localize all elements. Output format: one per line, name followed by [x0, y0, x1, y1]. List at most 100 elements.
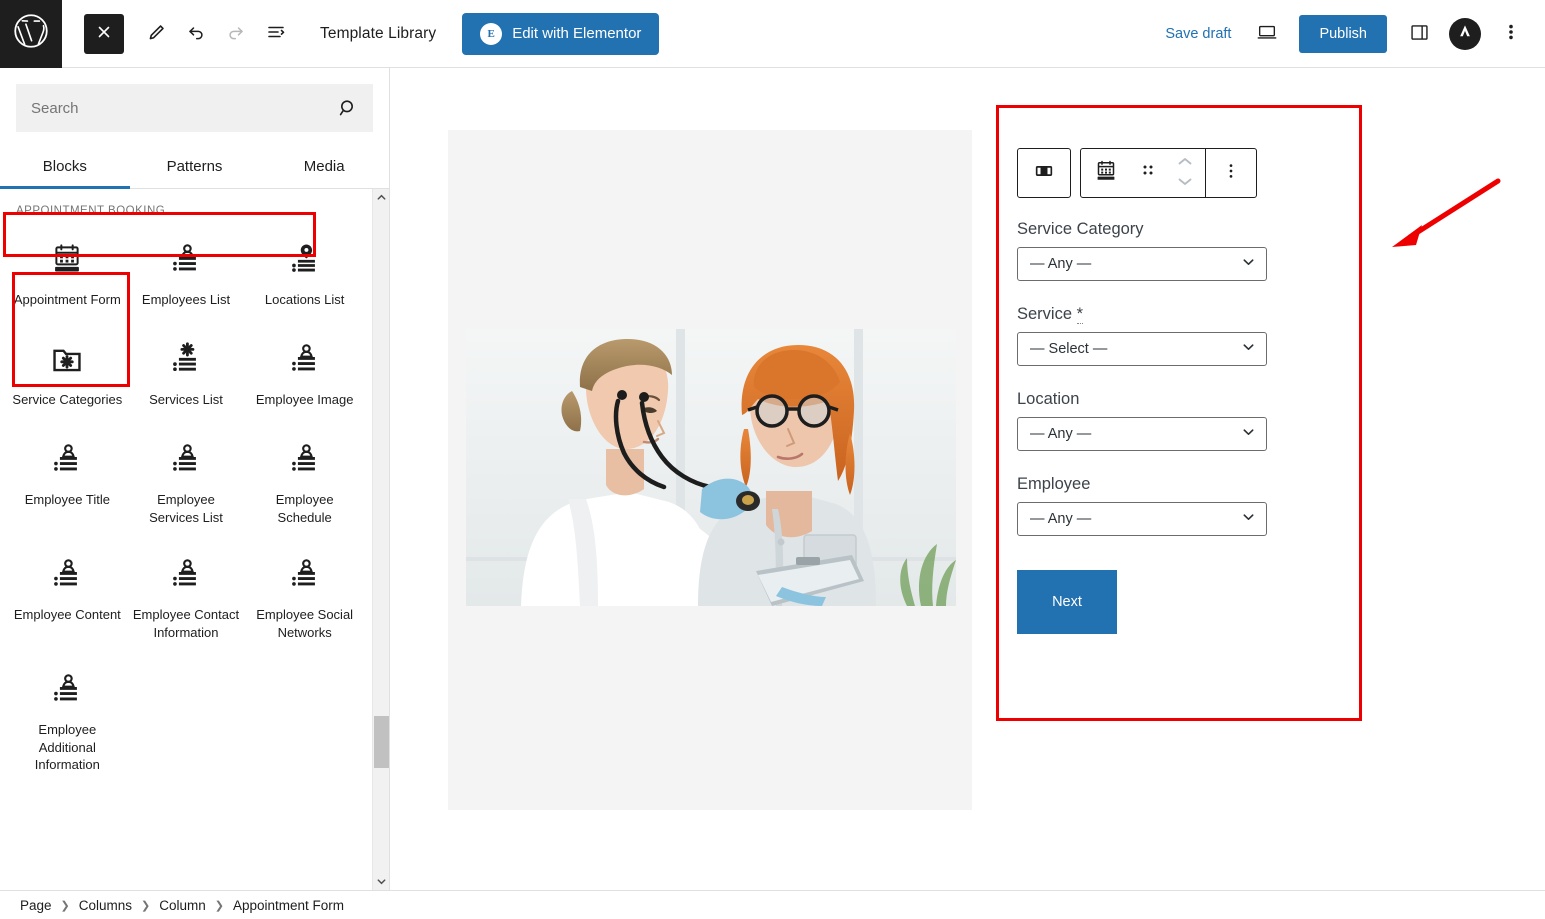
search-icon — [338, 98, 372, 118]
columns-select-button[interactable] — [1019, 149, 1069, 197]
wordpress-logo-button[interactable] — [0, 0, 62, 68]
drag-handle-icon — [1141, 161, 1155, 186]
undo-button[interactable] — [176, 14, 216, 54]
breadcrumb-separator: ❯ — [141, 899, 151, 912]
block-item-label: Service Categories — [12, 392, 123, 407]
list-view-icon — [266, 22, 286, 45]
block-item-employees-list[interactable]: Employees List — [127, 225, 246, 325]
settings-sidebar-button[interactable] — [1399, 14, 1439, 54]
block-type-button[interactable] — [1081, 149, 1131, 197]
editor-canvas[interactable]: Service Category — Any — Service * — Select… — [390, 68, 1545, 890]
block-item-employee-schedule[interactable]: Employee Schedule — [245, 425, 364, 540]
form-field-employee: Employee — Any — — [1017, 475, 1267, 536]
sidebar-scrollbar[interactable] — [372, 189, 389, 890]
drag-handle-button[interactable] — [1131, 149, 1165, 197]
top-bar-right-tools: Save draft Publish — [1153, 14, 1545, 54]
block-item-employee-contact-information[interactable]: Employee Contact Information — [127, 540, 246, 655]
block-item-label: Employee Schedule — [275, 492, 334, 525]
search-container — [0, 68, 389, 132]
scrollbar-track[interactable] — [373, 206, 390, 873]
template-library-button[interactable]: Template Library — [320, 25, 436, 43]
block-movers[interactable] — [1165, 154, 1205, 192]
close-editor-button[interactable] — [84, 13, 124, 54]
person-list-icon — [50, 557, 84, 596]
block-item-label: Appointment Form — [13, 292, 121, 307]
block-options-button[interactable] — [1206, 149, 1256, 197]
scroll-down-button[interactable] — [373, 873, 390, 890]
blocks-scroll-region: APPOINTMENT BOOKING Appointment Form Emp… — [0, 189, 389, 890]
next-button[interactable]: Next — [1017, 570, 1117, 634]
block-item-icon — [288, 554, 322, 598]
block-item-locations-list[interactable]: Locations List — [245, 225, 364, 325]
redo-button[interactable] — [216, 14, 256, 54]
block-item-employee-content[interactable]: Employee Content — [8, 540, 127, 655]
more-options-button[interactable] — [1491, 14, 1531, 54]
tab-media[interactable]: Media — [259, 146, 389, 188]
breadcrumb: Page ❯ Columns ❯ Column ❯ Appointment Form — [0, 890, 1545, 919]
select-dropdown[interactable]: — Any — — [1017, 502, 1267, 536]
breadcrumb-separator: ❯ — [214, 899, 224, 912]
inserter-tabs: Blocks Patterns Media — [0, 146, 389, 189]
tab-blocks[interactable]: Blocks — [0, 146, 130, 189]
search-input[interactable] — [17, 99, 338, 117]
form-field-location: Location — Any — — [1017, 390, 1267, 451]
preview-button[interactable] — [1247, 14, 1287, 54]
block-item-label: Employee Additional Information — [34, 722, 100, 773]
breadcrumb-item-column[interactable]: Column — [159, 898, 206, 913]
person-list-icon — [50, 672, 84, 711]
block-item-icon — [169, 439, 203, 483]
breadcrumb-item-appointment-form[interactable]: Appointment Form — [233, 898, 344, 913]
field-label-text: Service — [1017, 305, 1073, 323]
parent-block-selector[interactable] — [1017, 148, 1071, 198]
more-options-icon — [1222, 162, 1240, 185]
person-list-icon — [50, 442, 84, 481]
top-bar-left-tools: Template Library E Edit with Elementor — [62, 12, 660, 55]
block-item-label: Employee Services List — [149, 492, 223, 525]
astra-avatar-button[interactable] — [1449, 17, 1481, 50]
breadcrumb-item-page[interactable]: Page — [20, 898, 52, 913]
edit-with-elementor-button[interactable]: E Edit with Elementor — [462, 12, 660, 55]
select-value: — Any — — [1030, 426, 1092, 442]
block-item-employee-image[interactable]: Employee Image — [245, 325, 364, 425]
doctor-examining-patient-photo[interactable] — [466, 329, 956, 606]
block-item-label: Employees List — [141, 292, 231, 307]
tab-patterns[interactable]: Patterns — [130, 146, 260, 188]
select-dropdown[interactable]: — Select — — [1017, 332, 1267, 366]
person-list-icon — [169, 557, 203, 596]
block-inserter-sidebar: Blocks Patterns Media APPOINTMENT BOOKIN… — [0, 68, 390, 890]
list-view-button[interactable] — [256, 14, 296, 54]
scroll-up-button[interactable] — [373, 189, 390, 206]
block-item-employee-services-list[interactable]: Employee Services List — [127, 425, 246, 540]
wordpress-logo-icon — [13, 13, 49, 54]
block-item-appointment-form[interactable]: Appointment Form — [8, 225, 127, 325]
block-item-label: Employee Contact Information — [132, 607, 240, 640]
appointment-form-block-icon — [1094, 159, 1118, 188]
search-box[interactable] — [16, 84, 373, 132]
undo-arrow-icon — [186, 22, 206, 45]
redo-arrow-icon — [226, 22, 246, 45]
move-up-button[interactable] — [1176, 154, 1194, 172]
block-item-services-list[interactable]: Services List — [127, 325, 246, 425]
field-label: Service * — [1017, 305, 1267, 324]
folder-gear-icon — [50, 342, 84, 381]
block-item-icon — [50, 554, 84, 598]
block-item-employee-title[interactable]: Employee Title — [8, 425, 127, 540]
edit-mode-button[interactable] — [136, 14, 176, 54]
block-item-icon — [169, 239, 203, 283]
scrollbar-thumb[interactable] — [373, 716, 389, 768]
move-down-button[interactable] — [1176, 174, 1194, 192]
appointment-form-preview: Service Category — Any — Service * — Select… — [1017, 220, 1267, 634]
block-item-employee-social-networks[interactable]: Employee Social Networks — [245, 540, 364, 655]
breadcrumb-item-columns[interactable]: Columns — [79, 898, 132, 913]
publish-button[interactable]: Publish — [1299, 14, 1387, 53]
save-draft-button[interactable]: Save draft — [1153, 26, 1243, 42]
block-item-service-categories[interactable]: Service Categories — [8, 325, 127, 425]
blocks-panel: APPOINTMENT BOOKING Appointment Form Emp… — [0, 189, 372, 890]
block-item-label: Employee Content — [13, 607, 121, 623]
pencil-edit-icon — [147, 23, 166, 45]
block-item-employee-additional-information[interactable]: Employee Additional Information — [8, 655, 127, 788]
select-dropdown[interactable]: — Any — — [1017, 417, 1267, 451]
block-item-icon — [288, 239, 322, 283]
select-dropdown[interactable]: — Any — — [1017, 247, 1267, 281]
desktop-preview-icon — [1256, 21, 1278, 46]
